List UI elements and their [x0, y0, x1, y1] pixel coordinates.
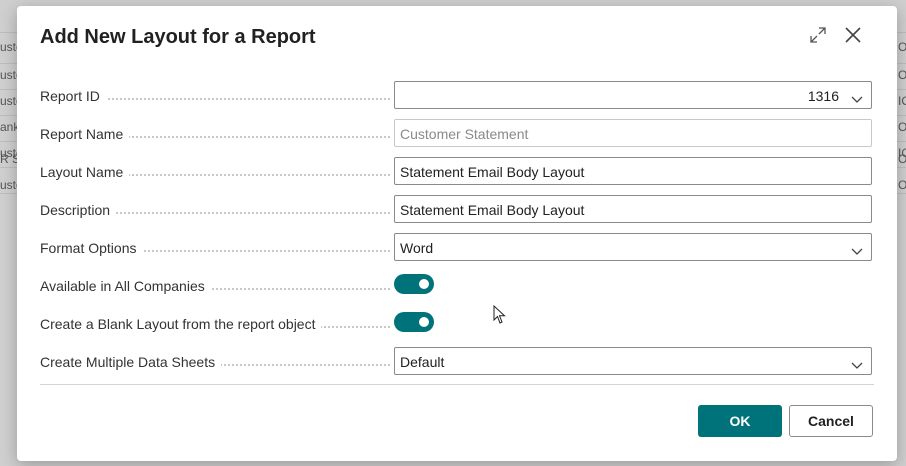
footer-divider: [40, 384, 874, 385]
available-all-companies-row: Available in All Companies: [40, 271, 872, 299]
mouse-pointer-icon: [493, 304, 507, 330]
bg-cell: IO: [898, 94, 906, 108]
bg-cell: OLI: [898, 40, 906, 54]
report-id-field[interactable]: 1316: [394, 81, 872, 109]
report-id-row: Report ID 1316: [40, 81, 872, 109]
report-name-field: Customer Statement: [394, 119, 872, 147]
report-id-value: 1316: [807, 88, 839, 104]
bg-cell: OLI: [898, 152, 906, 166]
format-options-value: Word: [400, 240, 434, 256]
chevron-down-icon[interactable]: [851, 243, 863, 261]
close-icon[interactable]: [843, 25, 863, 50]
ok-button[interactable]: OK: [698, 405, 782, 437]
available-all-companies-label: Available in All Companies: [40, 278, 211, 294]
layout-name-row: Layout Name Statement Email Body Layout: [40, 157, 872, 185]
layout-name-input[interactable]: Statement Email Body Layout: [394, 157, 872, 185]
expand-icon[interactable]: [808, 25, 828, 50]
add-layout-dialog: Add New Layout for a Report Report ID 13…: [17, 6, 897, 461]
description-value: Statement Email Body Layout: [400, 202, 585, 218]
multiple-data-sheets-row: Create Multiple Data Sheets Default: [40, 347, 872, 375]
description-label: Description: [40, 202, 117, 218]
chevron-down-icon[interactable]: [851, 357, 863, 375]
bg-cell: OLI: [898, 68, 906, 82]
toggle-knob: [419, 279, 429, 289]
bg-cell: OLI: [898, 178, 906, 192]
report-id-label: Report ID: [40, 88, 106, 104]
create-blank-layout-row: Create a Blank Layout from the report ob…: [40, 309, 872, 337]
multiple-data-sheets-select[interactable]: Default: [394, 347, 872, 375]
cancel-button[interactable]: Cancel: [789, 405, 873, 437]
report-name-value: Customer Statement: [400, 126, 529, 142]
toggle-knob: [419, 317, 429, 327]
report-name-row: Report Name Customer Statement: [40, 119, 872, 147]
format-options-select[interactable]: Word: [394, 233, 872, 261]
bg-cell: OLI: [898, 120, 906, 134]
format-options-row: Format Options Word: [40, 233, 872, 261]
format-options-label: Format Options: [40, 240, 143, 256]
description-row: Description Statement Email Body Layout: [40, 195, 872, 223]
report-name-label: Report Name: [40, 126, 130, 142]
layout-name-value: Statement Email Body Layout: [400, 164, 585, 180]
description-input[interactable]: Statement Email Body Layout: [394, 195, 872, 223]
available-all-companies-toggle[interactable]: [394, 274, 434, 294]
multiple-data-sheets-label: Create Multiple Data Sheets: [40, 354, 222, 370]
multiple-data-sheets-value: Default: [400, 354, 445, 370]
create-blank-layout-toggle[interactable]: [394, 312, 434, 332]
create-blank-layout-label: Create a Blank Layout from the report ob…: [40, 316, 322, 332]
dialog-title: Add New Layout for a Report: [40, 26, 316, 48]
layout-name-label: Layout Name: [40, 164, 130, 180]
chevron-down-icon[interactable]: [851, 91, 863, 109]
